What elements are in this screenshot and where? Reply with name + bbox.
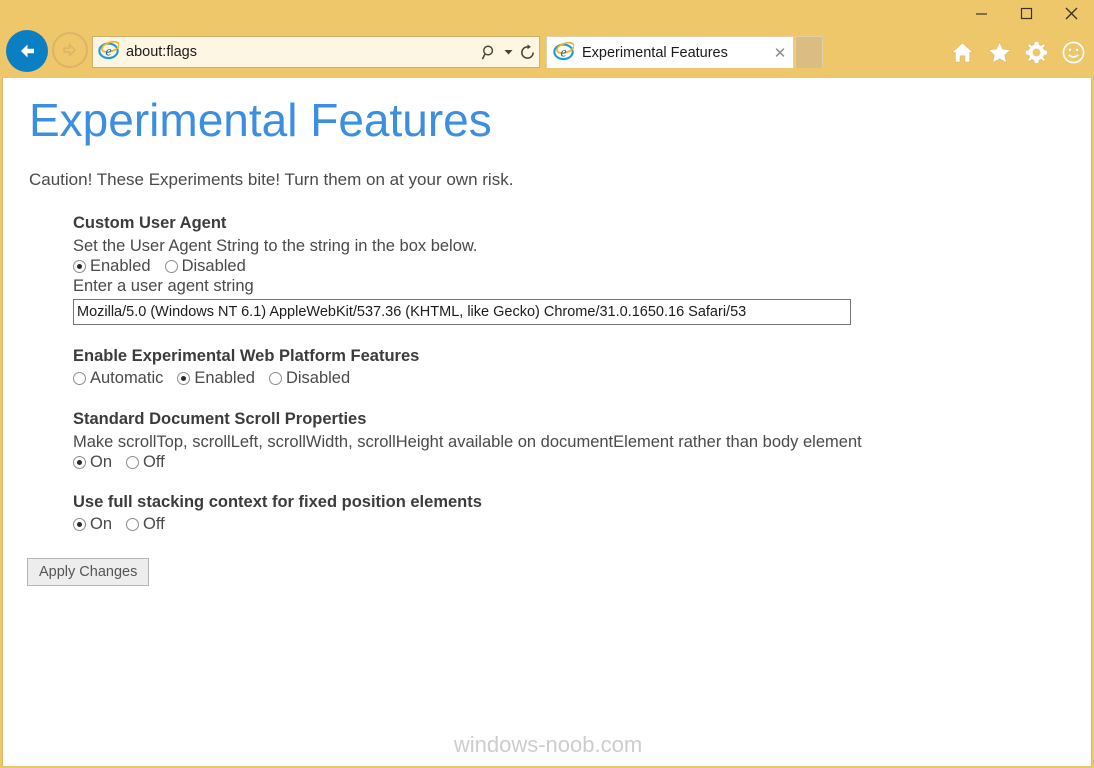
refresh-icon[interactable] <box>515 37 539 67</box>
radio-group-stacking-context: On Off <box>73 516 1091 533</box>
section-standard-document-scroll-properties: Standard Document Scroll Properties Make… <box>73 410 1091 471</box>
user-agent-input-label: Enter a user agent string <box>73 276 254 295</box>
radio-indicator[interactable] <box>164 260 178 274</box>
section-custom-user-agent: Custom User Agent Set the User Agent Str… <box>73 214 1091 325</box>
apply-changes-wrapper: Apply Changes <box>27 558 1091 587</box>
home-icon[interactable] <box>945 36 979 68</box>
radio-label: Off <box>143 514 165 533</box>
radio-group-custom-user-agent: Enabled Disabled <box>73 258 1091 275</box>
svg-text:e: e <box>560 44 566 59</box>
window-controls <box>959 0 1094 28</box>
address-bar[interactable]: e about:flags <box>92 36 540 68</box>
radio-option-automatic[interactable]: Automatic <box>73 370 163 387</box>
section-title: Custom User Agent <box>73 214 227 233</box>
caution-text: Caution! These Experiments bite! Turn th… <box>29 170 514 190</box>
radio-option-off[interactable]: Off <box>126 454 165 471</box>
maximize-button[interactable] <box>1004 0 1049 26</box>
section-description: Set the User Agent String to the string … <box>73 237 478 256</box>
settings-sections: Custom User Agent Set the User Agent Str… <box>27 214 1091 587</box>
new-tab-button[interactable] <box>795 36 823 68</box>
address-input[interactable]: about:flags <box>126 44 477 60</box>
page-title: Experimental Features <box>29 94 492 146</box>
section-description: Make scrollTop, scrollLeft, scrollWidth,… <box>73 433 862 452</box>
radio-label: On <box>90 514 113 533</box>
radio-indicator[interactable] <box>177 371 191 385</box>
apply-changes-button[interactable]: Apply Changes <box>27 558 150 587</box>
radio-indicator[interactable] <box>73 371 86 385</box>
radio-indicator[interactable] <box>126 456 140 470</box>
radio-option-off[interactable]: Off <box>126 516 165 533</box>
svg-text:e: e <box>105 43 111 58</box>
tab-experimental-features[interactable]: e Experimental Features ✕ <box>546 36 794 68</box>
radio-indicator[interactable] <box>73 517 86 531</box>
radio-option-enabled[interactable]: Enabled <box>73 258 151 275</box>
radio-group-scroll-properties: On Off <box>73 454 1091 471</box>
internet-explorer-icon: e <box>553 40 575 66</box>
radio-label: Enabled <box>90 257 151 276</box>
radio-option-on[interactable]: On <box>73 454 112 471</box>
forward-button[interactable] <box>52 32 88 68</box>
internet-explorer-icon: e <box>98 39 120 65</box>
radio-label: Automatic <box>90 368 164 387</box>
watermark: windows-noob.com <box>453 732 643 757</box>
search-icon[interactable] <box>477 37 501 67</box>
close-icon[interactable]: ✕ <box>767 38 793 68</box>
radio-option-enabled[interactable]: Enabled <box>177 370 255 387</box>
command-bar <box>945 36 1090 68</box>
browser-window: e about:flags e Experimental Features ✕ … <box>0 0 1094 768</box>
radio-label: Disabled <box>181 257 246 276</box>
radio-label: On <box>90 453 113 472</box>
radio-option-disabled[interactable]: Disabled <box>268 368 351 387</box>
radio-group-web-platform-features: Automatic Enabled Disabled <box>73 370 1091 387</box>
user-agent-input[interactable] <box>73 298 851 325</box>
section-title: Use full stacking context for fixed posi… <box>73 492 482 511</box>
radio-indicator[interactable] <box>268 371 282 385</box>
settings-gear-icon[interactable] <box>1019 36 1053 68</box>
close-button[interactable] <box>1049 0 1094 26</box>
favorites-star-icon[interactable] <box>982 36 1016 68</box>
radio-option-disabled[interactable]: Disabled <box>164 257 246 276</box>
radio-label: Enabled <box>194 368 255 387</box>
section-title: Standard Document Scroll Properties <box>73 410 367 429</box>
radio-option-on[interactable]: On <box>73 516 112 533</box>
tab-title: Experimental Features <box>582 44 728 61</box>
section-full-stacking-context: Use full stacking context for fixed posi… <box>73 493 1091 533</box>
section-title: Enable Experimental Web Platform Feature… <box>73 346 420 365</box>
page-content: Experimental Features Caution! These Exp… <box>2 78 1092 766</box>
minimize-button[interactable] <box>959 0 1004 26</box>
radio-label: Off <box>143 453 165 472</box>
radio-indicator[interactable] <box>126 517 140 531</box>
radio-indicator[interactable] <box>73 260 86 274</box>
smiley-feedback-icon[interactable] <box>1056 36 1090 68</box>
section-experimental-web-platform-features: Enable Experimental Web Platform Feature… <box>73 347 1091 387</box>
arrow-right-icon <box>63 42 77 58</box>
chevron-down-icon[interactable] <box>501 37 515 67</box>
back-button[interactable] <box>6 30 48 72</box>
radio-indicator[interactable] <box>73 456 86 470</box>
arrow-left-icon <box>21 44 34 58</box>
title-bar <box>0 0 1094 28</box>
radio-label: Disabled <box>285 368 351 387</box>
